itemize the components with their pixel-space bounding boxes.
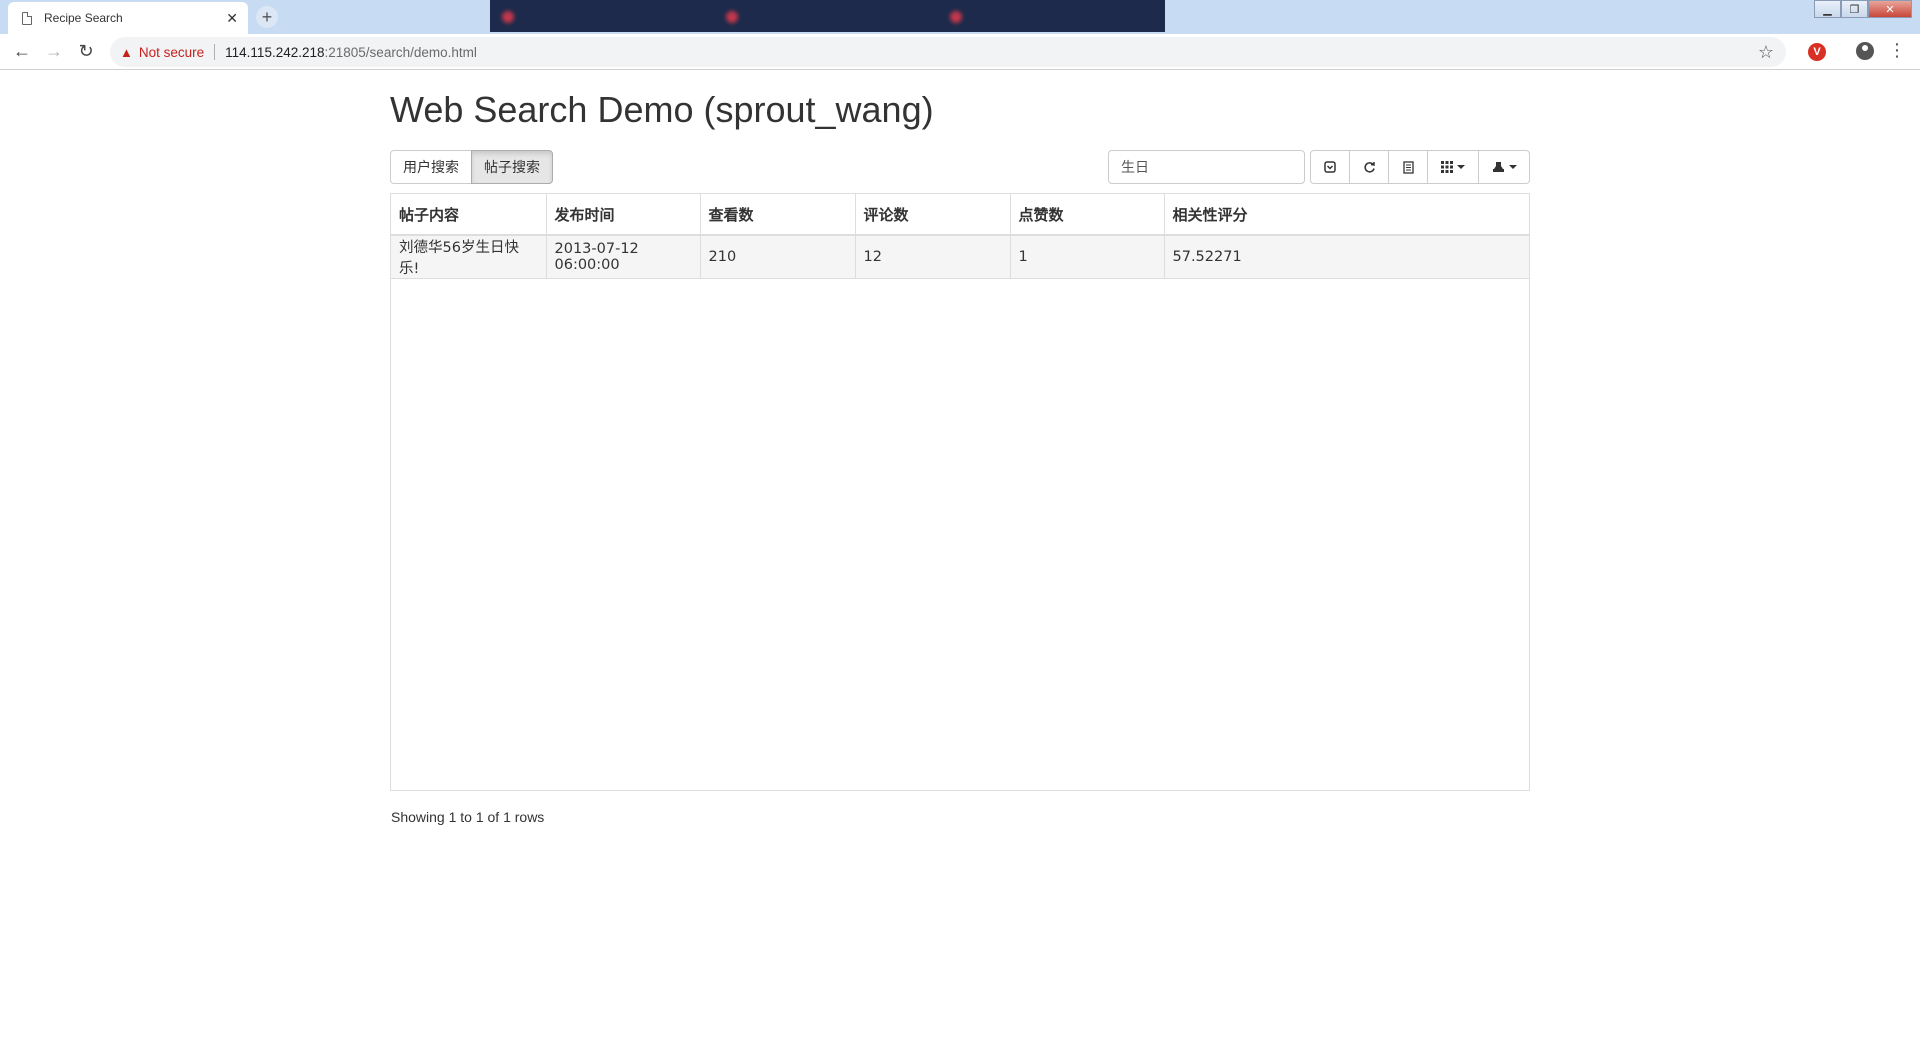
column-header-views[interactable]: 查看数: [700, 194, 856, 236]
page-icon: [22, 11, 32, 25]
minimize-icon[interactable]: ▁: [1814, 0, 1841, 18]
close-window-icon[interactable]: ✕: [1868, 0, 1912, 18]
table-row[interactable]: 刘德华56岁生日快乐! 2013-07-12 06:00:00 210 12 1…: [391, 235, 1529, 279]
extension-icon[interactable]: V: [1808, 43, 1826, 61]
chevron-down-icon: [1508, 165, 1517, 169]
column-header-time[interactable]: 发布时间: [546, 194, 701, 236]
cell-comments: 12: [855, 235, 1011, 279]
url-host: 114.115.242.218: [225, 44, 325, 60]
not-secure-label[interactable]: Not secure: [139, 45, 204, 60]
page-content: Web Search Demo (sprout_wang) 用户搜索 帖子搜索: [0, 71, 1920, 1040]
tab-active[interactable]: Recipe Search ✕: [8, 2, 248, 34]
browser-toolbar: ← → ↻ ▲ Not secure 114.115.242.218:21805…: [0, 34, 1920, 70]
chevron-down-icon: [1457, 165, 1465, 169]
table-header-row: 帖子内容 发布时间 查看数 评论数 点赞数 相关性评分: [391, 194, 1529, 236]
cell-score: 57.52271: [1164, 235, 1529, 279]
export-icon[interactable]: [1478, 150, 1530, 184]
cell-views: 210: [700, 235, 856, 279]
cell-time: 2013-07-12 06:00:00: [546, 235, 701, 279]
profile-icon[interactable]: [1856, 42, 1874, 60]
card-view-icon[interactable]: [1388, 150, 1428, 184]
results-table-container: 帖子内容 发布时间 查看数 评论数 点赞数 相关性评分 刘德华56岁生日快乐! …: [390, 193, 1530, 791]
star-icon[interactable]: ☆: [1758, 42, 1774, 63]
post-search-button[interactable]: 帖子搜索: [471, 150, 553, 184]
cell-likes: 1: [1010, 235, 1165, 279]
restore-icon[interactable]: ❐: [1841, 0, 1868, 18]
address-bar[interactable]: ▲ Not secure 114.115.242.218:21805/searc…: [110, 37, 1786, 67]
refresh-icon[interactable]: [1349, 150, 1389, 184]
column-header-score[interactable]: 相关性评分: [1164, 194, 1529, 236]
warning-icon: ▲: [120, 44, 133, 60]
columns-icon[interactable]: [1427, 150, 1479, 184]
back-icon[interactable]: ←: [6, 36, 38, 68]
search-input[interactable]: [1108, 150, 1305, 184]
url-path: :21805/search/demo.html: [324, 44, 477, 60]
blurred-tab[interactable]: [726, 6, 926, 28]
new-tab-icon[interactable]: +: [256, 6, 278, 28]
tab-close-icon[interactable]: ✕: [226, 10, 238, 27]
window-controls: ▁ ❐ ✕: [1814, 0, 1912, 18]
cell-content: 刘德华56岁生日快乐!: [391, 235, 547, 279]
pagination-info: Showing 1 to 1 of 1 rows: [391, 809, 545, 825]
tab-title: Recipe Search: [44, 11, 123, 25]
blurred-tab[interactable]: [950, 6, 1150, 28]
column-header-likes[interactable]: 点赞数: [1010, 194, 1165, 236]
page-title: Web Search Demo (sprout_wang): [390, 89, 934, 130]
user-search-button[interactable]: 用户搜索: [390, 150, 472, 184]
address-separator: [214, 44, 216, 60]
blurred-tab[interactable]: [502, 6, 702, 28]
menu-icon[interactable]: ⋮: [1888, 40, 1906, 61]
forward-icon[interactable]: →: [38, 36, 70, 68]
column-header-comments[interactable]: 评论数: [855, 194, 1011, 236]
column-header-content[interactable]: 帖子内容: [391, 194, 547, 236]
blurred-tab[interactable]: [282, 6, 482, 28]
results-table: 帖子内容 发布时间 查看数 评论数 点赞数 相关性评分 刘德华56岁生日快乐! …: [391, 194, 1529, 279]
browser-tabstrip: Recipe Search ✕ + ▁ ❐ ✕: [0, 0, 1920, 34]
toggle-icon[interactable]: [1310, 150, 1350, 184]
reload-icon[interactable]: ↻: [70, 36, 102, 68]
search-mode-group: 用户搜索 帖子搜索: [390, 150, 553, 184]
table-toolbar: [1310, 150, 1530, 184]
